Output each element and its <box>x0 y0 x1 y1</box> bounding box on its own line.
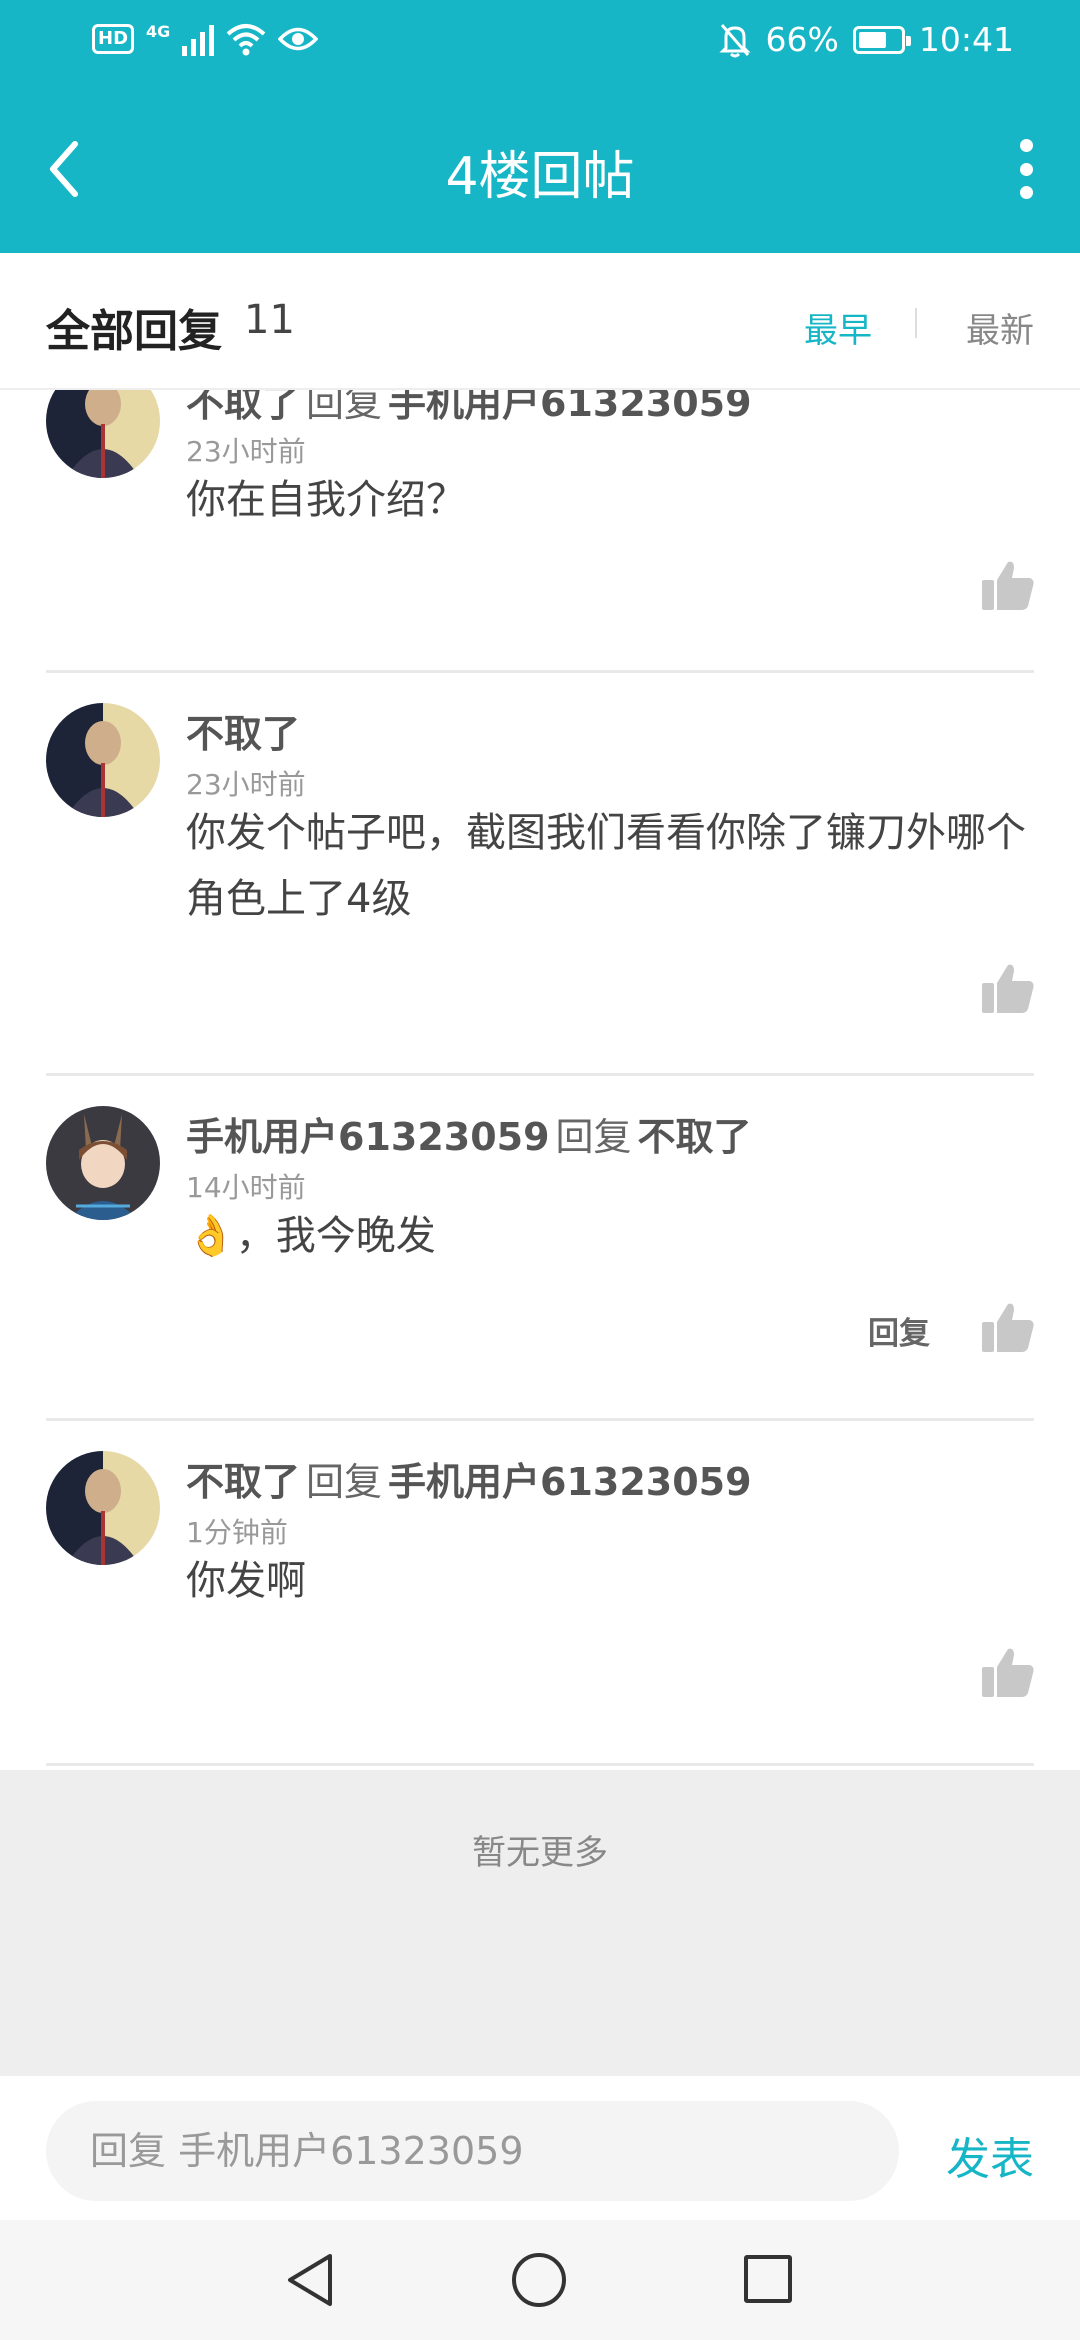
network-label: 4G <box>146 22 171 41</box>
author-name[interactable]: 不取了 <box>186 1460 300 1504</box>
avatar[interactable] <box>46 703 160 817</box>
status-bar: HD 4G 66% 10:41 <box>0 0 1080 84</box>
battery-percent: 66% <box>765 20 839 59</box>
wifi-icon <box>226 24 266 56</box>
reply-word: 回复 <box>306 390 383 425</box>
nav-recents-icon[interactable] <box>744 2255 792 2303</box>
comment-time: 23小时前 <box>186 768 306 801</box>
signal-icon <box>182 22 215 56</box>
comment-author: 不取了 <box>186 703 300 758</box>
reply-header: 全部回复 11 最早 最新 <box>0 253 1080 390</box>
page-title: 4楼回帖 <box>445 147 635 207</box>
comment-text: 你在自我介绍？ <box>186 477 466 523</box>
battery-icon <box>852 25 911 54</box>
like-icon[interactable] <box>982 560 1034 610</box>
list-end-area: 暂无更多 <box>0 1770 1080 2076</box>
comment-list: 不取了 回复 手机用户61323059 23小时前 你在自我介绍？ 不取了 23小时… <box>0 390 1080 1770</box>
author-name[interactable]: 不取了 <box>186 390 300 425</box>
reply-target[interactable]: 不取了 <box>638 1115 752 1159</box>
like-icon[interactable] <box>982 1647 1034 1697</box>
avatar[interactable] <box>46 1106 160 1220</box>
avatar[interactable] <box>46 1451 160 1565</box>
nav-home-icon[interactable] <box>512 2253 566 2307</box>
reply-composer: 发表 <box>0 2076 1080 2220</box>
reply-target[interactable]: 手机用户61323059 <box>388 390 752 425</box>
mute-bell-icon <box>718 23 751 57</box>
comment-item: 手机用户61323059 回复 不取了 14小时前 👌，我今晚发 回复 <box>0 1076 1080 1421</box>
comment-text: 你发个帖子吧，截图我们看看你除了镰刀外哪个角色上了4级 <box>186 810 1026 922</box>
more-options-icon[interactable] <box>1006 139 1046 199</box>
comment-item: 不取了 回复 手机用户61323059 23小时前 你在自我介绍？ <box>0 390 1080 673</box>
comment-text: 你发啊 <box>186 1558 306 1604</box>
sort-divider <box>915 308 917 338</box>
author-name[interactable]: 手机用户61323059 <box>186 1115 550 1159</box>
send-button[interactable]: 发表 <box>946 2123 1034 2187</box>
comment-author: 手机用户61323059 回复 不取了 <box>186 1106 752 1161</box>
eye-icon <box>278 27 319 51</box>
like-icon[interactable] <box>982 1302 1034 1352</box>
reply-word: 回复 <box>555 1115 632 1159</box>
comment-author: 不取了 回复 手机用户61323059 <box>186 1451 752 1506</box>
comment-text: 👌，我今晚发 <box>186 1213 436 1259</box>
comment-time: 23小时前 <box>186 435 306 468</box>
reply-target[interactable]: 手机用户61323059 <box>388 1460 752 1504</box>
reply-button[interactable]: 回复 <box>868 1308 930 1353</box>
comment-author: 不取了 回复 手机用户61323059 <box>186 390 752 427</box>
clock: 10:41 <box>918 20 1014 59</box>
nav-back-icon[interactable] <box>284 2252 336 2308</box>
app-bar: 4楼回帖 <box>0 84 1080 253</box>
reply-word: 回复 <box>306 1460 383 1504</box>
sort-earliest-tab[interactable]: 最早 <box>804 303 872 352</box>
like-icon[interactable] <box>982 963 1034 1013</box>
sort-newest-tab[interactable]: 最新 <box>966 303 1034 352</box>
author-name[interactable]: 不取了 <box>186 712 300 756</box>
reply-input-container <box>46 2101 899 2201</box>
comment-time: 14小时前 <box>186 1171 306 1204</box>
reply-input[interactable] <box>90 2101 870 2201</box>
system-nav-bar <box>0 2220 1080 2340</box>
comment-divider <box>46 1763 1034 1766</box>
comment-time: 1分钟前 <box>186 1516 288 1549</box>
reply-count: 11 <box>244 297 295 343</box>
comment-item: 不取了 回复 手机用户61323059 1分钟前 你发啊 <box>0 1421 1080 1766</box>
no-more-text: 暂无更多 <box>472 1833 608 1873</box>
avatar[interactable] <box>46 390 160 478</box>
comment-item: 不取了 23小时前 你发个帖子吧，截图我们看看你除了镰刀外哪个角色上了4级 <box>0 673 1080 1076</box>
top-bar: HD 4G 66% 10:41 4楼回帖 <box>0 0 1080 253</box>
hd-icon: HD <box>92 24 135 54</box>
all-replies-title: 全部回复 <box>46 306 222 357</box>
